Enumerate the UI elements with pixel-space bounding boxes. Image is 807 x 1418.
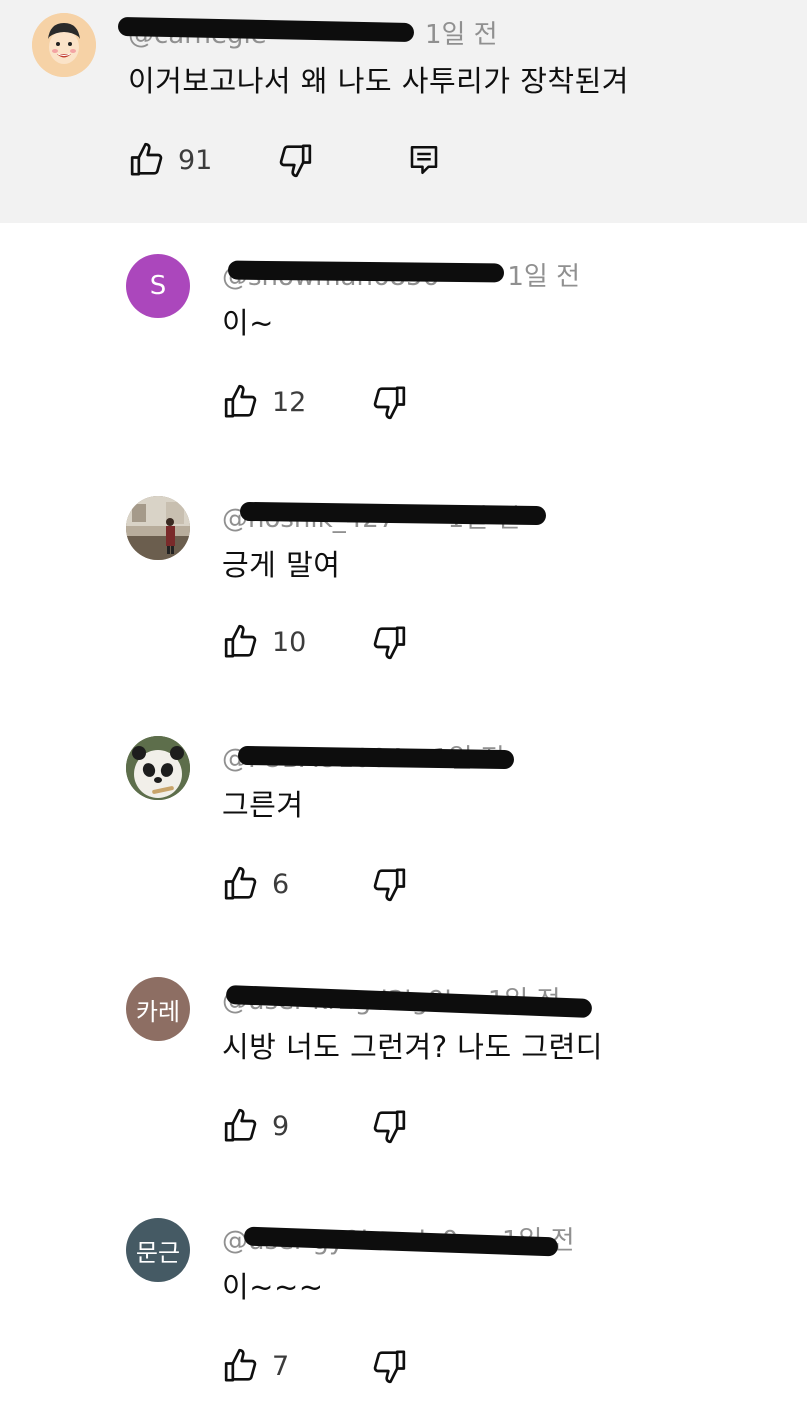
dislike-button[interactable] — [368, 620, 408, 664]
dislike-button[interactable] — [368, 380, 408, 424]
like-count: 9 — [272, 1110, 290, 1142]
like-count: 91 — [178, 144, 213, 176]
thumbs-up-icon — [130, 142, 163, 176]
comment-text: 그른겨 — [222, 788, 304, 822]
thumbs-up-icon — [224, 866, 257, 900]
avatar-letter[interactable]: S — [126, 254, 190, 318]
avatar-letter-text: 카레 — [135, 997, 181, 1026]
comment-actions: 10 — [222, 620, 472, 664]
like-count: 7 — [272, 1350, 290, 1382]
thumbs-down-icon — [373, 386, 406, 420]
comment-actions: 7 — [222, 1344, 472, 1388]
comment-time: 1일 전 — [507, 262, 581, 292]
like-button[interactable]: 6 — [222, 862, 289, 906]
comment-actions: 12 — [222, 380, 472, 424]
avatar-letter-text: S — [149, 271, 167, 301]
thumbs-down-icon — [279, 144, 312, 178]
comment-text: 시방 너도 그런겨? 나도 그련디 — [222, 1030, 603, 1064]
photo-avatar-icon — [126, 496, 190, 560]
like-button[interactable]: 12 — [222, 380, 306, 424]
comment-text: 이거보고나서 왜 나도 사투리가 장착된겨 — [128, 64, 629, 98]
reply-icon — [410, 145, 438, 175]
like-button[interactable]: 7 — [222, 1344, 289, 1388]
dislike-button[interactable] — [368, 1104, 408, 1148]
avatar-photo[interactable] — [126, 496, 190, 560]
panda-avatar-icon — [126, 736, 190, 800]
redaction-mark — [227, 260, 505, 283]
comment-time: 1일 전 — [424, 20, 498, 50]
comment-text: 긍게 말여 — [222, 548, 341, 582]
dislike-button[interactable] — [368, 862, 408, 906]
thumbs-up-icon — [224, 624, 257, 658]
like-count: 12 — [272, 386, 307, 418]
dislike-button[interactable] — [368, 1344, 408, 1388]
like-count: 6 — [272, 868, 290, 900]
thumbs-down-icon — [373, 868, 406, 902]
reply-button[interactable] — [406, 138, 442, 182]
thumbs-up-icon — [224, 1108, 257, 1142]
like-button[interactable]: 9 — [222, 1104, 289, 1148]
comment-text: 이~ — [222, 306, 274, 340]
avatar-letter-text: 문근 — [135, 1238, 181, 1267]
dislike-button[interactable] — [274, 138, 314, 182]
thumbs-up-icon — [224, 384, 257, 418]
like-button[interactable]: 10 — [222, 620, 306, 664]
comment-actions: 6 — [222, 862, 472, 906]
avatar-letter[interactable]: 카레 — [126, 977, 190, 1041]
avatar-letter[interactable]: 문근 — [126, 1218, 190, 1282]
like-count: 10 — [272, 626, 307, 658]
comment-text: 이~~~ — [222, 1270, 324, 1304]
thumbs-down-icon — [373, 1350, 406, 1384]
avatar-panda[interactable] — [126, 736, 190, 800]
thumbs-down-icon — [373, 1110, 406, 1144]
avatar-carnegie[interactable] — [32, 13, 96, 77]
like-button[interactable]: 91 — [128, 138, 212, 182]
thumbs-down-icon — [373, 626, 406, 660]
thumbs-up-icon — [224, 1348, 257, 1382]
comment-actions: 9 — [222, 1104, 472, 1148]
comment-actions: 91 — [128, 138, 528, 182]
cartoon-face-avatar-icon — [32, 13, 96, 77]
